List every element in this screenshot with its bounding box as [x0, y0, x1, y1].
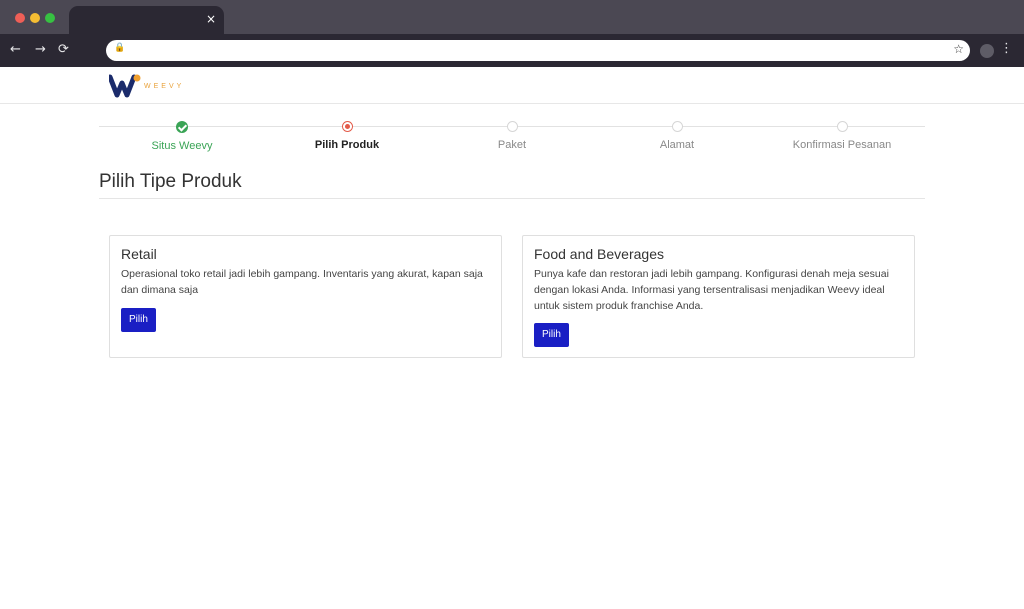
step-label: Pilih Produk [314, 139, 380, 151]
pending-step-dot-icon [836, 121, 848, 132]
step-paket: Paket [429, 118, 595, 152]
pending-step-dot-icon [671, 121, 683, 132]
card-description: Operasional toko retail jadi lebih gampa… [121, 268, 483, 296]
address-bar[interactable]: 🔒 ☆ [106, 40, 970, 61]
product-card-retail: Retail Operasional toko retail jadi lebi… [109, 235, 502, 358]
close-icon[interactable]: × [206, 11, 216, 27]
bookmark-star-icon[interactable]: ☆ [953, 42, 964, 56]
checkout-stepper: Situs Weevy Pilih Produk Paket Alamat Ko… [99, 118, 925, 158]
pilih-retail-button[interactable]: Pilih [121, 308, 156, 332]
weevy-logo[interactable]: WEEVY [107, 74, 189, 98]
pending-step-dot-icon [506, 121, 518, 132]
card-title: Retail [121, 246, 157, 262]
site-header: WEEVY [0, 67, 1024, 104]
card-description: Punya kafe dan restoran jadi lebih gampa… [534, 268, 889, 312]
logo-text: WEEVY [144, 83, 185, 90]
step-alamat: Alamat [594, 118, 760, 152]
browser-tab-bar: × [0, 0, 1024, 34]
divider [99, 198, 925, 199]
close-window-button[interactable] [15, 13, 25, 23]
lock-icon: 🔒 [114, 43, 126, 53]
page-title: Pilih Tipe Produk [99, 171, 242, 192]
product-card-food-and-beverages: Food and Beverages Punya kafe dan restor… [522, 235, 915, 358]
pilih-fnb-button[interactable]: Pilih [534, 323, 569, 347]
step-label: Alamat [659, 139, 695, 151]
browser-menu-icon[interactable]: ⋮ [1000, 41, 1013, 56]
maximize-window-button[interactable] [45, 13, 55, 23]
card-title: Food and Beverages [534, 246, 664, 262]
weevy-logo-mark [107, 74, 141, 98]
step-konfirmasi-pesanan: Konfirmasi Pesanan [759, 118, 925, 152]
browser-tab[interactable]: × [69, 6, 224, 34]
profile-avatar[interactable] [980, 44, 994, 58]
active-step-dot-icon [341, 121, 353, 132]
step-situs-weevy[interactable]: Situs Weevy [99, 118, 265, 153]
step-label: Paket [497, 139, 527, 151]
forward-arrow-icon[interactable]: → [35, 42, 46, 58]
step-label: Konfirmasi Pesanan [792, 139, 892, 151]
step-pilih-produk[interactable]: Pilih Produk [264, 118, 430, 152]
back-arrow-icon[interactable]: ← [10, 42, 21, 58]
step-label: Situs Weevy [151, 140, 213, 152]
minimize-window-button[interactable] [30, 13, 40, 23]
check-circle-icon [176, 121, 188, 133]
reload-icon[interactable]: ⟳ [58, 42, 69, 58]
browser-toolbar: ← → ⟳ 🔒 ☆ ⋮ [0, 34, 1024, 67]
